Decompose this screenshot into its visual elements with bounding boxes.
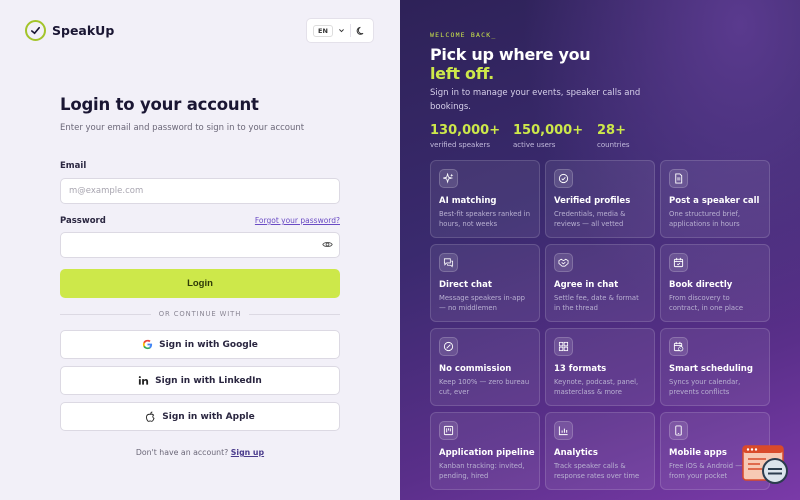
apple-signin-button[interactable]: Sign in with Apple — [60, 402, 340, 431]
feature-desc: Syncs your calendar, prevents conflicts — [669, 378, 741, 396]
check-circle-icon — [554, 169, 573, 188]
calendar-icon — [669, 253, 688, 272]
feature-title: Book directly — [669, 280, 733, 290]
forgot-password-link[interactable]: Forgot your password? — [255, 216, 340, 225]
divider-line-right — [249, 313, 341, 315]
feature-desc: Best-fit speakers ranked in hours, not w… — [439, 210, 530, 228]
google-signin-button[interactable]: Sign in with Google — [60, 330, 340, 359]
feature-card-ai-matching: AI matching Best-fit speakers ranked in … — [430, 160, 540, 238]
feature-title: Verified profiles — [554, 196, 631, 206]
feature-card-no-commission: No commission Keep 100% — zero bureau cu… — [430, 328, 540, 406]
feature-card-agree-in-chat: Agree in chat Settle fee, date & format … — [545, 244, 655, 322]
email-field[interactable] — [60, 178, 340, 204]
signup-prompt: Don't have an account? — [135, 448, 229, 457]
hero-headline-main: Pick up where you — [430, 45, 591, 64]
handshake-icon — [554, 253, 573, 272]
feature-desc: Track speaker calls & response rates ove… — [554, 462, 640, 480]
language-selector[interactable]: EN — [313, 24, 333, 37]
feature-desc: Keynote, podcast, panel, masterclass & m… — [554, 378, 639, 396]
feature-title: No commission — [439, 364, 512, 374]
stat-value: 150,000+ — [513, 123, 584, 138]
or-divider: OR CONTINUE WITH — [60, 309, 341, 319]
stat-value: 28+ — [597, 123, 626, 138]
divider — [349, 24, 351, 37]
divider-label: OR CONTINUE WITH — [158, 310, 242, 318]
bar-chart-icon — [554, 421, 573, 440]
signup-link[interactable]: Sign up — [231, 448, 264, 457]
feature-desc: Settle fee, date & format in the thread — [554, 294, 639, 312]
stat-speakers: 130,000+ verified speakers — [430, 123, 500, 149]
feature-desc: One structured brief, applications in ho… — [669, 210, 741, 228]
page-subtitle: Enter your email and password to sign in… — [60, 123, 305, 133]
page-title: Login to your account — [60, 95, 259, 114]
feature-card-analytics: Analytics Track speaker calls & response… — [545, 412, 655, 490]
stat-label: active users — [513, 141, 556, 149]
stat-users: 150,000+ active users — [513, 123, 583, 149]
google-icon — [143, 339, 153, 350]
chat-icon — [439, 253, 458, 272]
feature-card-formats: 13 formats Keynote, podcast, panel, mast… — [545, 328, 655, 406]
eye-icon[interactable] — [322, 240, 333, 249]
feature-title: Post a speaker call — [669, 196, 760, 206]
stat-label: verified speakers — [430, 141, 490, 149]
login-button[interactable]: Login — [60, 269, 340, 298]
login-form: Login to your account Enter your email a… — [60, 95, 341, 457]
password-label: Password — [60, 216, 106, 226]
feature-desc: Keep 100% — zero bureau cut, ever — [439, 378, 530, 396]
header-controls: EN — [306, 18, 374, 43]
feature-title: Direct chat — [439, 280, 492, 290]
sparkles-icon — [439, 169, 458, 188]
hero-description: Sign in to manage your events, speaker c… — [430, 88, 641, 112]
moon-icon[interactable] — [356, 26, 366, 36]
feature-desc: Kanban tracking: invited, pending, hired — [439, 462, 525, 480]
feature-desc: Message speakers in-app — no middlemen — [439, 294, 525, 312]
password-field[interactable] — [60, 232, 340, 258]
hero-eyebrow: WELCOME BACK_ — [430, 31, 497, 39]
feature-card-application-pipeline: Application pipeline Kanban tracking: in… — [430, 412, 540, 490]
chevron-down-icon[interactable] — [338, 27, 345, 34]
feature-title: Application pipeline — [439, 448, 535, 458]
signup-row: Don't have an account? Sign up — [60, 448, 340, 457]
login-panel: SpeakUp EN Login to your account Enter y… — [0, 0, 400, 500]
feature-card-speaker-call: Post a speaker call One structured brief… — [660, 160, 770, 238]
stat-label: countries — [597, 141, 630, 149]
brand-logo[interactable]: SpeakUp — [25, 20, 114, 41]
divider-line-left — [60, 313, 151, 315]
grid-icon — [554, 337, 573, 356]
hero-panel: WELCOME BACK_ Pick up where you left off… — [400, 0, 800, 500]
hero-headline-accent: left off. — [430, 64, 494, 83]
feature-card-book-directly: Book directly From discovery to contract… — [660, 244, 770, 322]
google-signin-label: Sign in with Google — [159, 339, 258, 350]
linkedin-signin-label: Sign in with LinkedIn — [155, 375, 262, 386]
feature-card-direct-chat: Direct chat Message speakers in-app — no… — [430, 244, 540, 322]
feature-title: AI matching — [439, 196, 497, 206]
apple-icon — [146, 411, 155, 422]
feature-title: Smart scheduling — [669, 364, 753, 374]
feature-card-smart-scheduling: Smart scheduling Syncs your calendar, pr… — [660, 328, 770, 406]
linkedin-signin-button[interactable]: Sign in with LinkedIn — [60, 366, 340, 395]
stat-value: 130,000+ — [430, 123, 501, 138]
email-label: Email — [60, 161, 87, 171]
linkedin-icon — [138, 376, 149, 385]
feature-title: 13 formats — [554, 364, 607, 374]
hero-headline: Pick up where you left off. — [430, 45, 591, 83]
support-chat-widget-icon[interactable] — [742, 445, 790, 487]
logo-icon — [25, 20, 46, 41]
feature-desc: From discovery to contract, in one place — [669, 294, 744, 312]
percent-icon — [439, 337, 458, 356]
feature-card-verified-profiles: Verified profiles Credentials, media & r… — [545, 160, 655, 238]
phone-icon — [669, 421, 688, 440]
feature-title: Analytics — [554, 448, 598, 458]
calendar-clock-icon — [669, 337, 688, 356]
document-icon — [669, 169, 688, 188]
feature-desc: Credentials, media & reviews — all vette… — [554, 210, 626, 228]
stat-countries: 28+ countries — [597, 123, 630, 149]
feature-title: Agree in chat — [554, 280, 619, 290]
brand-name: SpeakUp — [52, 23, 115, 38]
apple-signin-label: Sign in with Apple — [162, 411, 255, 422]
kanban-icon — [439, 421, 458, 440]
